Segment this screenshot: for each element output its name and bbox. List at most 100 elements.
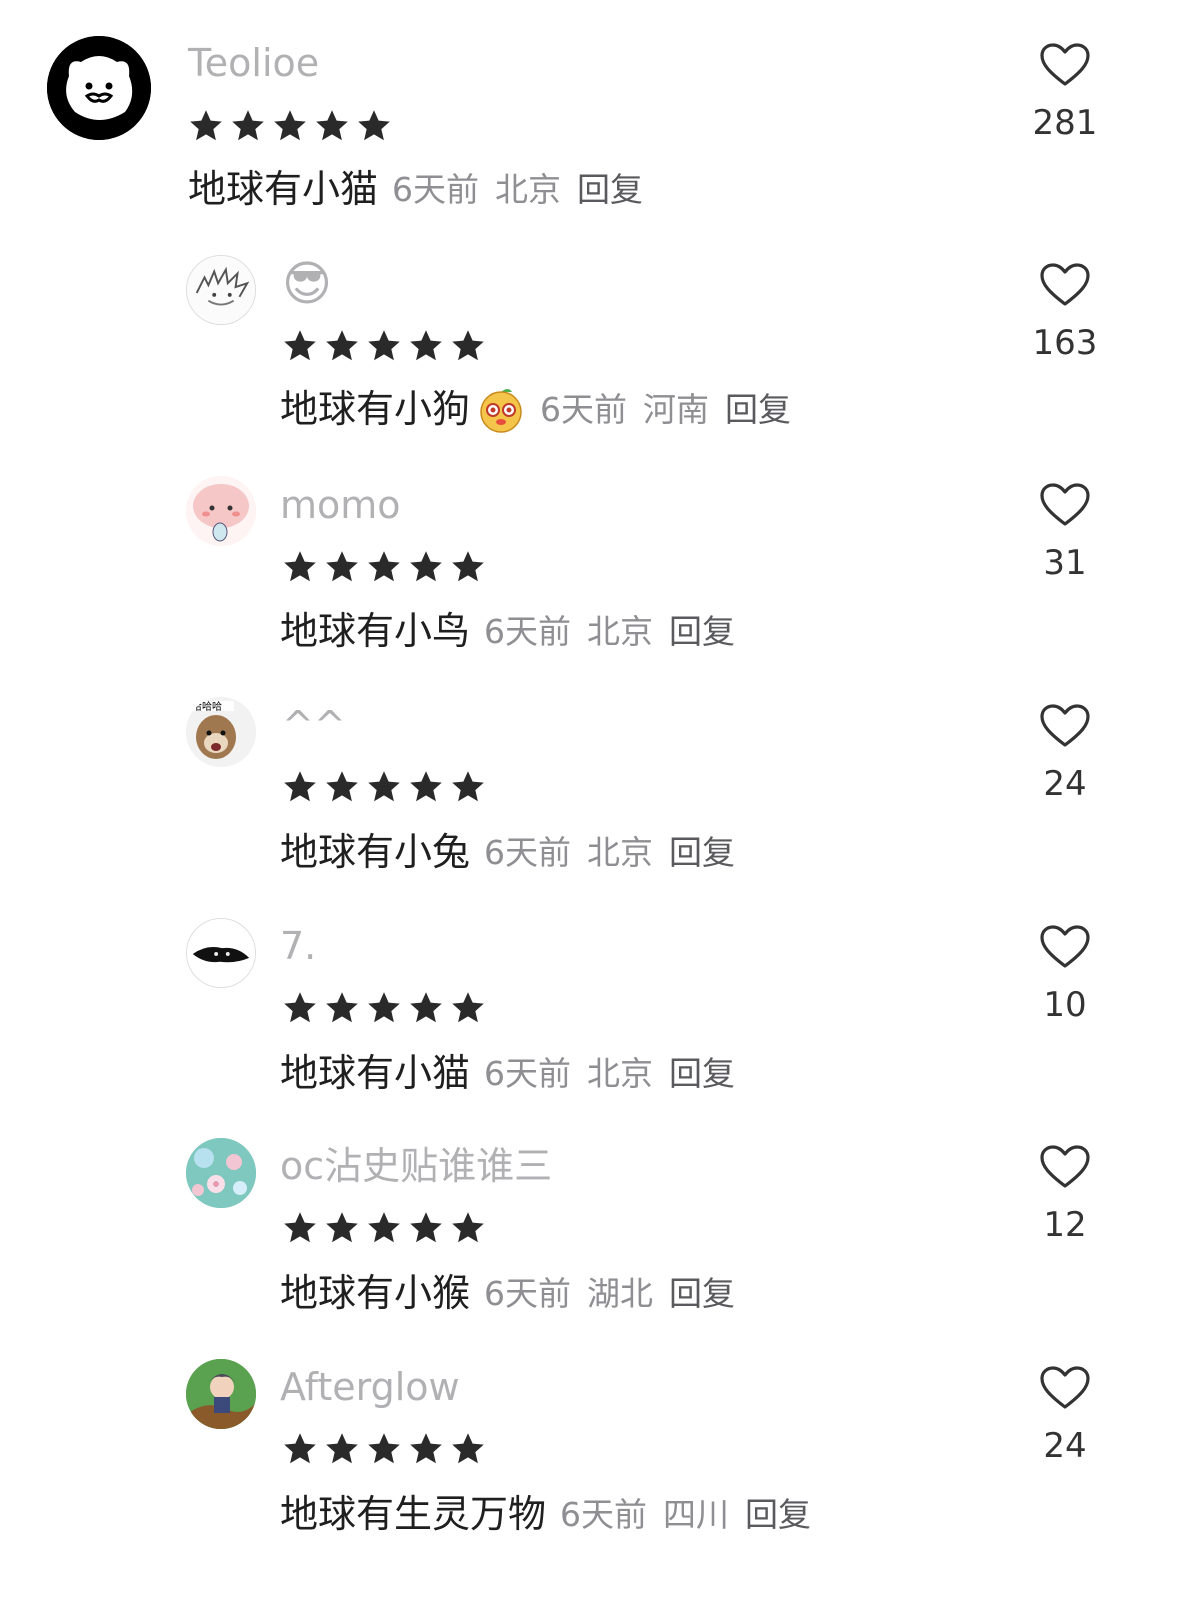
reply-button[interactable]: 回复 <box>669 1277 735 1310</box>
star-icon <box>326 771 358 802</box>
star-icon <box>410 1212 442 1243</box>
star-icon <box>326 1212 358 1243</box>
star-icon <box>410 992 442 1023</box>
like-count: 281 <box>1032 103 1098 143</box>
star-icon <box>452 771 484 802</box>
like-control[interactable]: 12 <box>1030 1144 1100 1242</box>
heart-icon[interactable] <box>1039 262 1091 308</box>
reply-button[interactable]: 回复 <box>725 393 791 426</box>
like-control[interactable]: 281 <box>1030 42 1100 140</box>
heart-icon[interactable] <box>1039 703 1091 749</box>
star-icon <box>368 1433 400 1464</box>
username[interactable]: ^^ <box>282 706 346 744</box>
rating-stars <box>282 328 486 364</box>
comment-location: 北京 <box>587 1053 654 1093</box>
like-count: 163 <box>1032 323 1098 363</box>
comment-text: 地球有小猫 <box>280 1051 471 1095</box>
comment-time: 6天前 <box>392 169 480 209</box>
username[interactable]: Teolioe <box>188 44 319 82</box>
rating-stars <box>282 1210 486 1246</box>
star-icon <box>452 330 484 361</box>
star-icon <box>452 992 484 1023</box>
rating-stars <box>188 108 392 144</box>
comment-text: 地球有小鸟 <box>280 609 471 653</box>
avatar[interactable]: 哈哈哈 <box>186 697 256 767</box>
comment-time: 6天前 <box>484 611 572 651</box>
comment-body: 地球有小猫 6天前 北京 回复 <box>280 1054 735 1092</box>
star-icon <box>284 992 316 1023</box>
star-icon <box>368 551 400 582</box>
rating-stars <box>282 990 486 1026</box>
peach-face-emoji-icon <box>480 389 522 433</box>
avatar[interactable] <box>186 476 256 546</box>
like-control[interactable]: 31 <box>1030 482 1100 580</box>
svg-text:哈哈哈: 哈哈哈 <box>192 700 222 713</box>
star-icon <box>410 1433 442 1464</box>
comment-body: 地球有小猴 6天前 湖北 回复 <box>280 1274 735 1312</box>
comment-body: 地球有小猫 6天前 北京 回复 <box>188 170 643 208</box>
comment-time: 6天前 <box>484 1273 572 1313</box>
comment-body: 地球有小兔 6天前 北京 回复 <box>280 833 735 871</box>
comment-text: 地球有小兔 <box>280 830 471 874</box>
reply-button[interactable]: 回复 <box>669 1057 735 1090</box>
username[interactable]: oc沾史贴谁谁三 <box>280 1147 552 1185</box>
star-icon <box>368 992 400 1023</box>
star-icon <box>326 992 358 1023</box>
comment-location: 湖北 <box>587 1273 654 1313</box>
avatar[interactable] <box>186 1138 256 1208</box>
comment-location: 北京 <box>587 832 654 872</box>
heart-icon[interactable] <box>1039 1365 1091 1411</box>
comment-body: 地球有小狗 6天前 河南 回复 <box>280 384 791 434</box>
avatar[interactable] <box>186 918 256 988</box>
username[interactable]: momo <box>280 486 401 524</box>
comment-body: 地球有小鸟 6天前 北京 回复 <box>280 612 735 650</box>
like-count: 10 <box>1043 985 1087 1025</box>
star-icon <box>368 771 400 802</box>
comment-location: 四川 <box>663 1494 730 1534</box>
username[interactable]: Afterglow <box>280 1368 460 1406</box>
star-icon <box>368 330 400 361</box>
star-icon <box>410 551 442 582</box>
reply-button[interactable]: 回复 <box>745 1498 811 1531</box>
comment-time: 6天前 <box>540 389 628 429</box>
like-count: 31 <box>1043 543 1087 583</box>
star-icon <box>232 110 264 141</box>
like-control[interactable]: 10 <box>1030 924 1100 1022</box>
star-icon <box>368 1212 400 1243</box>
heart-icon[interactable] <box>1039 42 1091 88</box>
heart-icon[interactable] <box>1039 1144 1091 1190</box>
heart-icon[interactable] <box>1039 924 1091 970</box>
comment-body: 地球有生灵万物 6天前 四川 回复 <box>280 1495 811 1533</box>
reply-button[interactable]: 回复 <box>669 836 735 869</box>
username[interactable]: 😎 <box>282 260 332 308</box>
star-icon <box>326 330 358 361</box>
rating-stars <box>282 1431 486 1467</box>
username[interactable]: 7. <box>280 927 316 965</box>
star-icon <box>316 110 348 141</box>
reply-button[interactable]: 回复 <box>669 615 735 648</box>
star-icon <box>452 1433 484 1464</box>
like-control[interactable]: 163 <box>1030 262 1100 360</box>
star-icon <box>410 330 442 361</box>
comment-location: 北京 <box>495 169 562 209</box>
star-icon <box>284 551 316 582</box>
heart-icon[interactable] <box>1039 482 1091 528</box>
star-icon <box>190 110 222 141</box>
star-icon <box>326 551 358 582</box>
avatar[interactable] <box>186 1359 256 1429</box>
like-control[interactable]: 24 <box>1030 703 1100 801</box>
like-count: 24 <box>1043 1426 1087 1466</box>
avatar[interactable] <box>47 36 151 140</box>
star-icon <box>274 110 306 141</box>
reply-button[interactable]: 回复 <box>577 173 643 206</box>
comment-location: 北京 <box>587 611 654 651</box>
star-icon <box>410 771 442 802</box>
comment-time: 6天前 <box>560 1494 648 1534</box>
star-icon <box>452 1212 484 1243</box>
rating-stars <box>282 549 486 585</box>
star-icon <box>284 1433 316 1464</box>
star-icon <box>326 1433 358 1464</box>
like-control[interactable]: 24 <box>1030 1365 1100 1463</box>
comment-text: 地球有小猴 <box>280 1271 471 1315</box>
avatar[interactable] <box>186 255 256 325</box>
